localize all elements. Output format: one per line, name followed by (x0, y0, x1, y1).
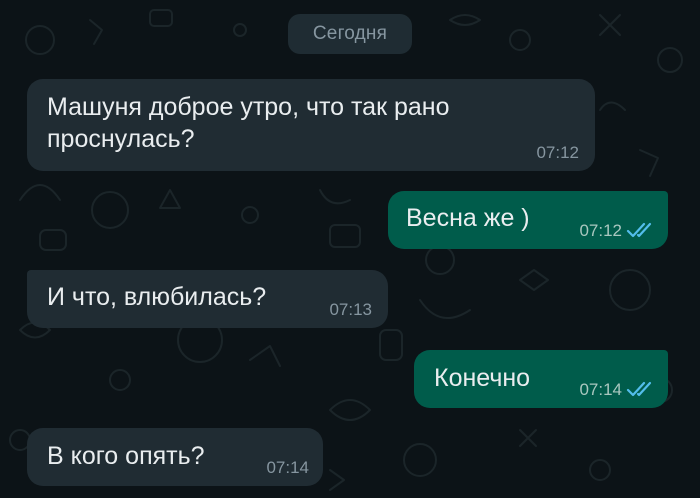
outgoing-message[interactable]: Конечно 07:14 (414, 350, 668, 408)
message-timestamp: 07:12 (536, 143, 579, 162)
chat-background: Сегодня Машуня доброе утро, что так рано… (0, 0, 700, 498)
message-text: Весна же ) (406, 204, 530, 232)
double-check-icon (626, 381, 652, 397)
message-timestamp: 07:14 (579, 380, 622, 399)
message-timestamp: 07:14 (266, 458, 309, 477)
date-separator: Сегодня (288, 14, 412, 54)
incoming-message[interactable]: В кого опять? 07:14 (27, 428, 323, 486)
message-text-line-2: проснулась? (47, 125, 195, 153)
message-text: Конечно (434, 364, 531, 392)
outgoing-message[interactable]: Весна же ) 07:12 (388, 191, 668, 249)
message-text-line-1: Машуня доброе утро, что так рано (47, 93, 450, 121)
message-timestamp: 07:12 (579, 221, 622, 240)
incoming-message[interactable]: И что, влюбилась? 07:13 (27, 270, 388, 328)
incoming-message[interactable]: Машуня доброе утро, что так рано проснул… (27, 79, 595, 171)
message-text: В кого опять? (47, 442, 205, 470)
wallpaper-doodles (9, 9, 683, 491)
message-timestamp: 07:13 (329, 300, 372, 319)
double-check-icon (626, 222, 652, 238)
message-text: И что, влюбилась? (47, 283, 267, 311)
